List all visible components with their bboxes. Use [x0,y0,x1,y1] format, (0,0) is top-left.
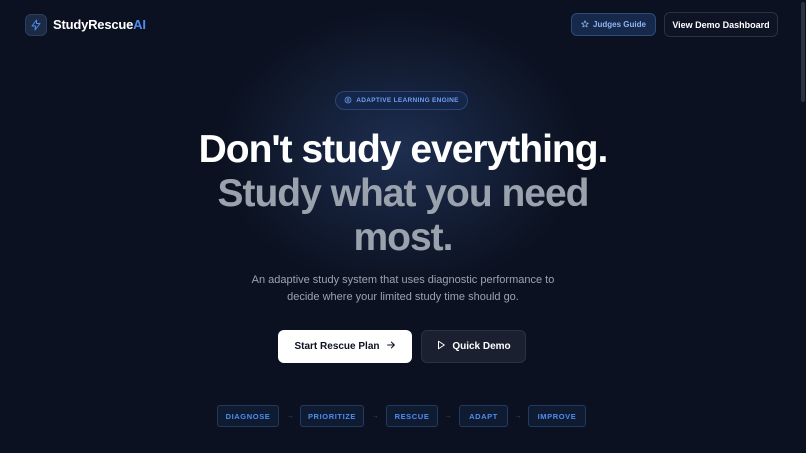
judges-guide-button[interactable]: Judges Guide [571,13,656,36]
landing-page: StudyRescueAI Judges Guide View Demo Das… [0,0,806,453]
chevron-right-icon: → [286,412,294,420]
headline-line-1: Don't study everything. [198,128,609,171]
star-icon [581,19,589,30]
headline-line-2: Study what you need [217,172,589,215]
chevron-right-icon: → [514,412,522,420]
judges-guide-label: Judges Guide [593,20,646,29]
scrollbar-thumb[interactable] [801,2,805,102]
start-rescue-plan-label: Start Rescue Plan [294,341,380,352]
start-rescue-plan-button[interactable]: Start Rescue Plan [278,330,412,363]
step-label: PRIORITIZE [307,411,357,421]
scrollbar[interactable] [800,0,806,453]
quick-demo-label: Quick Demo [452,341,511,352]
play-icon [436,340,446,353]
logo[interactable]: StudyRescueAI [25,13,146,36]
adaptive-learning-badge: ADAPTIVE LEARNING ENGINE [335,91,468,110]
process-steps: DIAGNOSE → PRIORITIZE → RESCUE → ADAPT →… [0,405,806,427]
step-improve: IMPROVE [528,405,586,427]
step-label: IMPROVE [537,411,577,421]
lightning-bolt-icon [25,13,47,36]
quick-demo-button[interactable]: Quick Demo [421,330,526,363]
brain-icon [344,96,352,106]
step-label: DIAGNOSE [225,411,271,421]
badge-label: ADAPTIVE LEARNING ENGINE [356,97,459,104]
step-label: ADAPT [469,411,498,421]
chevron-right-icon: → [371,412,379,420]
subtitle-line-1: An adaptive study system that uses diagn… [251,274,555,286]
step-prioritize: PRIORITIZE [300,405,364,427]
view-demo-dashboard-label: View Demo Dashboard [672,19,770,30]
logo-primary: StudyRescue [53,17,134,32]
step-adapt: ADAPT [459,405,508,427]
subtitle-line-2: decide where your limited study time sho… [287,291,519,303]
chevron-right-icon: → [444,412,452,420]
step-diagnose: DIAGNOSE [217,405,279,427]
step-rescue: RESCUE [386,405,438,427]
headline-line-3: most. [353,216,453,259]
logo-text: StudyRescueAI [53,17,146,32]
view-demo-dashboard-button[interactable]: View Demo Dashboard [664,12,778,37]
logo-accent: AI [133,17,146,32]
step-label: RESCUE [394,411,430,421]
arrow-right-icon [386,340,396,353]
